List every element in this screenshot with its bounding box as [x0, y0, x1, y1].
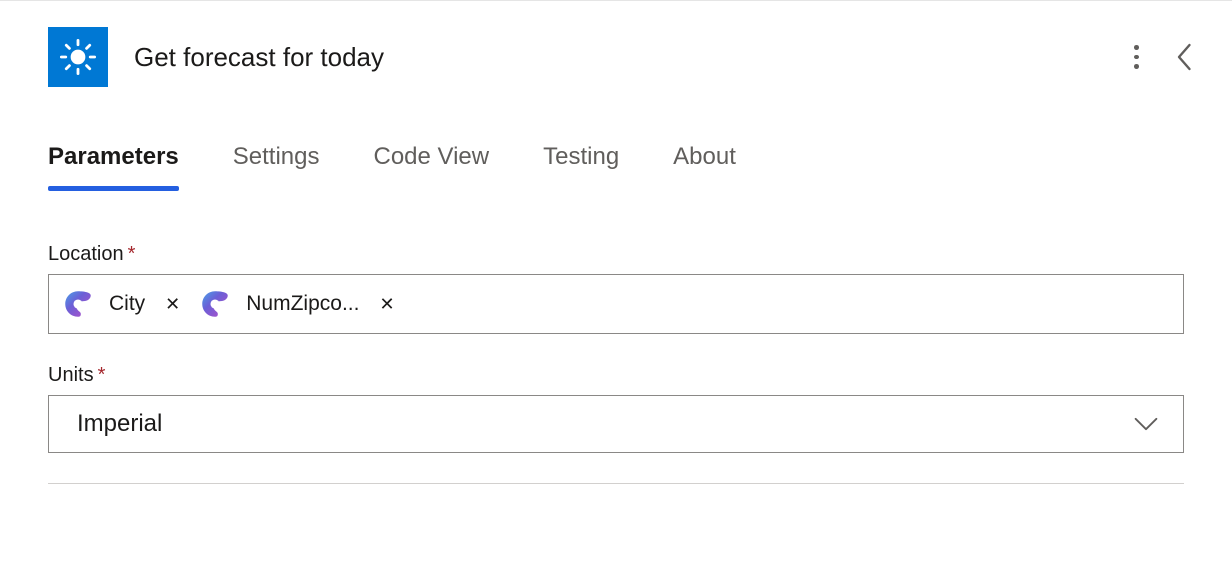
- divider: [48, 483, 1184, 484]
- tabs: Parameters Settings Code View Testing Ab…: [48, 143, 1184, 185]
- header: Get forecast for today: [48, 27, 1184, 87]
- header-actions: [1124, 42, 1194, 72]
- tab-code-view[interactable]: Code View: [373, 143, 489, 185]
- more-vertical-icon: [1134, 45, 1139, 50]
- chevron-left-icon: [1176, 42, 1194, 72]
- token-zip-label: NumZipco...: [246, 292, 359, 316]
- tab-settings[interactable]: Settings: [233, 143, 320, 185]
- field-units: Units* Imperial: [48, 364, 1184, 453]
- tab-about[interactable]: About: [673, 143, 736, 185]
- chevron-down-icon: [1133, 416, 1159, 432]
- token-city-remove[interactable]: ✕: [159, 294, 186, 315]
- tab-parameters[interactable]: Parameters: [48, 143, 179, 185]
- collapse-button[interactable]: [1176, 42, 1194, 72]
- token-zip: NumZipco... ✕: [198, 287, 400, 321]
- units-value: Imperial: [77, 410, 162, 438]
- tab-testing[interactable]: Testing: [543, 143, 619, 185]
- units-label: Units*: [48, 364, 1184, 387]
- units-select[interactable]: Imperial: [48, 395, 1184, 453]
- action-title: Get forecast for today: [134, 42, 384, 73]
- copilot-icon: [61, 287, 95, 321]
- location-label-text: Location: [48, 243, 124, 265]
- token-city: City ✕: [61, 287, 186, 321]
- token-city-label: City: [109, 292, 145, 316]
- required-mark: *: [98, 364, 106, 386]
- more-button[interactable]: [1124, 45, 1148, 69]
- required-mark: *: [128, 243, 136, 265]
- copilot-icon: [198, 287, 232, 321]
- sun-icon: [48, 27, 108, 87]
- location-label: Location*: [48, 243, 1184, 266]
- field-location: Location*: [48, 243, 1184, 334]
- location-input[interactable]: City ✕ NumZipco... ✕: [48, 274, 1184, 334]
- units-label-text: Units: [48, 364, 94, 386]
- token-zip-remove[interactable]: ✕: [373, 294, 400, 315]
- panel-container: Get forecast for today Parameters Settin…: [0, 1, 1232, 484]
